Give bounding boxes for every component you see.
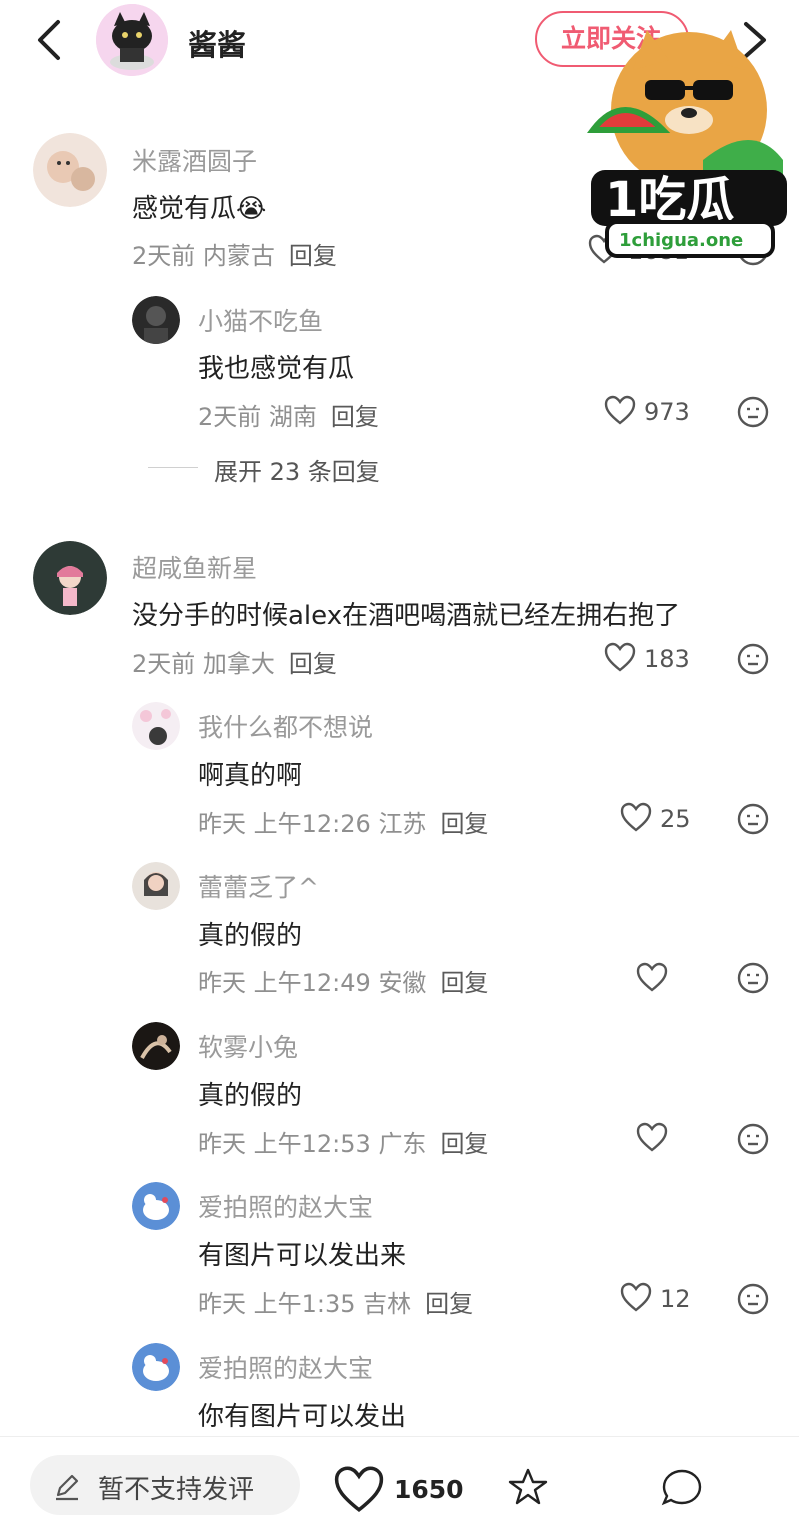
- avatar[interactable]: [132, 296, 180, 344]
- comment-icon[interactable]: [660, 1467, 704, 1511]
- comment-input[interactable]: 暂不支持发评: [30, 1455, 300, 1515]
- crying-emoji-icon: 😭: [236, 194, 267, 224]
- reply-button[interactable]: 回复: [440, 969, 488, 997]
- avatar[interactable]: [132, 1182, 180, 1230]
- comment-username[interactable]: 蕾蕾乏了^: [198, 868, 319, 904]
- watermark-logo-text: 1吃瓜: [605, 172, 734, 228]
- comment-text: 你有图片可以发出: [198, 1402, 407, 1432]
- comment-text: 我也感觉有瓜: [198, 354, 355, 384]
- comment-text: 没分手的时候alex在酒吧喝酒就已经左拥右抱了: [132, 601, 681, 631]
- comment-text: 啊真的啊: [198, 761, 303, 791]
- bottom-bar: 暂不支持发评 1650: [0, 1436, 799, 1529]
- avatar[interactable]: [132, 862, 180, 910]
- avatar[interactable]: [132, 1343, 180, 1391]
- comment-meta: 2天前 内蒙古 回复: [132, 242, 337, 270]
- heart-icon: [636, 962, 668, 992]
- star-icon[interactable]: [508, 1467, 548, 1511]
- avatar[interactable]: [132, 702, 180, 750]
- comment-username[interactable]: 米露酒圆子: [132, 142, 257, 178]
- heart-icon: [620, 802, 652, 832]
- comment-meta: 昨天 上午1:35 吉林 回复: [198, 1290, 474, 1318]
- heart-icon: [604, 642, 636, 672]
- like-button[interactable]: 12: [620, 1280, 740, 1320]
- back-arrow-icon[interactable]: [30, 18, 70, 62]
- neutral-face-icon[interactable]: [737, 962, 769, 994]
- like-button[interactable]: 25: [620, 800, 740, 840]
- comment-text: 真的假的: [198, 921, 303, 951]
- comment-username[interactable]: 爱拍照的赵大宝: [198, 1349, 373, 1385]
- neutral-face-icon[interactable]: [737, 803, 769, 835]
- reply-button[interactable]: 回复: [331, 403, 379, 431]
- watermark-url-text: 1chigua.one: [619, 230, 743, 251]
- neutral-face-icon[interactable]: [737, 1283, 769, 1315]
- comment-meta: 昨天 上午12:26 江苏 回复: [198, 810, 489, 838]
- like-count: 12: [660, 1285, 691, 1313]
- divider: [148, 467, 198, 468]
- like-button[interactable]: 973: [604, 393, 724, 433]
- heart-icon[interactable]: [332, 1465, 386, 1517]
- author-name: 酱酱: [188, 28, 247, 62]
- avatar[interactable]: [33, 133, 107, 207]
- comment-username[interactable]: 软雾小兔: [198, 1028, 298, 1064]
- post-like-count: 1650: [394, 1475, 464, 1504]
- like-button[interactable]: 183: [604, 640, 724, 680]
- comment-meta: 昨天 上午12:53 广东 回复: [198, 1130, 489, 1158]
- heart-icon: [604, 395, 636, 425]
- watermark-logo: 1吃瓜 1chigua.one: [583, 10, 795, 272]
- reply-button[interactable]: 回复: [425, 1290, 473, 1318]
- avatar[interactable]: [33, 541, 107, 615]
- comment-meta: 昨天 上午12:49 安徽 回复: [198, 969, 489, 997]
- heart-icon: [620, 1282, 652, 1312]
- neutral-face-icon[interactable]: [737, 396, 769, 428]
- reply-button[interactable]: 回复: [289, 650, 337, 678]
- neutral-face-icon[interactable]: [737, 1123, 769, 1155]
- comment-username[interactable]: 爱拍照的赵大宝: [198, 1188, 373, 1224]
- reply-button[interactable]: 回复: [440, 1130, 488, 1158]
- like-count: 183: [644, 645, 690, 673]
- like-count: 973: [644, 398, 690, 426]
- comment-username[interactable]: 小猫不吃鱼: [198, 302, 323, 338]
- author-avatar[interactable]: [96, 4, 168, 76]
- expand-replies-label: 展开 23 条回复: [214, 458, 380, 486]
- comment-username[interactable]: 我什么都不想说: [198, 708, 373, 744]
- comment-input-placeholder: 暂不支持发评: [98, 1475, 255, 1505]
- neutral-face-icon[interactable]: [737, 643, 769, 675]
- like-count: 25: [660, 805, 691, 833]
- comment-text: 感觉有瓜😭: [132, 194, 267, 224]
- comment-meta: 2天前 湖南 回复: [198, 403, 379, 431]
- reply-button[interactable]: 回复: [440, 810, 488, 838]
- avatar[interactable]: [132, 1022, 180, 1070]
- reply-button[interactable]: 回复: [289, 242, 337, 270]
- heart-icon: [636, 1122, 668, 1152]
- pen-icon: [56, 1474, 79, 1501]
- comment-text: 有图片可以发出来: [198, 1241, 407, 1271]
- comment-text: 真的假的: [198, 1081, 303, 1111]
- comment-meta: 2天前 加拿大 回复: [132, 650, 337, 678]
- comment-username[interactable]: 超咸鱼新星: [132, 549, 257, 585]
